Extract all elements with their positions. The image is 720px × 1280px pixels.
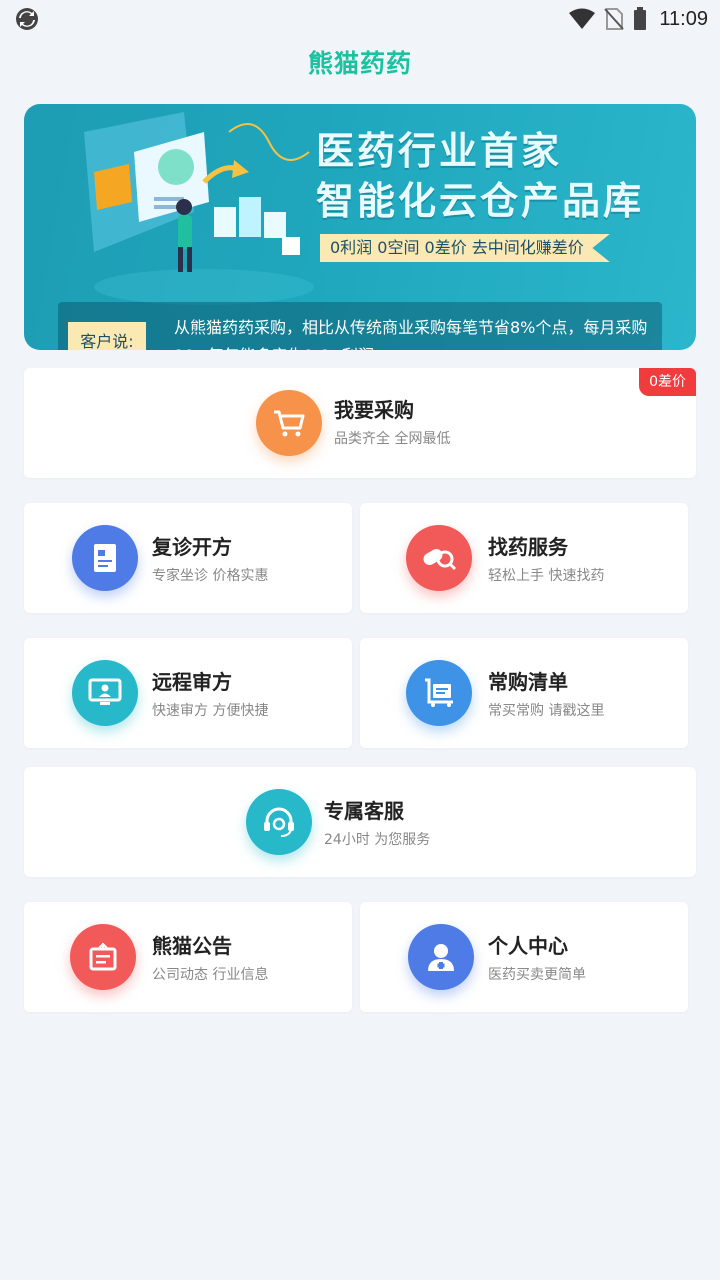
notice-title: 熊猫公告: [152, 934, 232, 958]
status-bar: 11:09: [0, 0, 720, 40]
customer-service-card[interactable]: 专属客服 24小时 为您服务: [24, 767, 696, 877]
find-drug-subtitle: 轻松上手 快速找药: [488, 568, 605, 584]
promo-banner[interactable]: 医药行业首家 智能化云仓产品库 0利润 0空间 0差价 去中间化赚差价 客户说:…: [24, 104, 696, 350]
notice-board-icon: [70, 924, 136, 990]
remote-review-card[interactable]: 远程审方 快速审方 方便快捷: [24, 638, 352, 748]
notice-subtitle: 公司动态 行业信息: [152, 967, 269, 983]
battery-icon: [634, 7, 647, 30]
remote-review-title: 远程审方: [152, 670, 232, 694]
data-screen-illustration-icon: [84, 112, 314, 305]
banner-headline-line1: 医药行业首家: [316, 129, 563, 173]
purchase-card[interactable]: 我要采购 品类齐全 全网最低 0差价: [24, 368, 696, 478]
prescription-icon: [72, 525, 138, 591]
banner-ribbon: 0利润 0空间 0差价 去中间化赚差价: [320, 234, 610, 262]
revisit-title: 复诊开方: [152, 535, 232, 559]
cart-list-icon: [406, 660, 472, 726]
find-drug-card[interactable]: 找药服务 轻松上手 快速找药: [360, 503, 688, 613]
frequent-list-subtitle: 常买常购 请戳这里: [488, 703, 605, 719]
user-doctor-icon: [408, 924, 474, 990]
app-title: 熊猫药药: [307, 49, 412, 78]
notice-card[interactable]: 熊猫公告 公司动态 行业信息: [24, 902, 352, 1012]
banner-headline: 医药行业首家 智能化云仓产品库: [316, 126, 686, 226]
monitor-doctor-icon: [72, 660, 138, 726]
headset-icon: [246, 789, 312, 855]
revisit-card[interactable]: 复诊开方 专家坐诊 价格实惠: [24, 503, 352, 613]
remote-review-subtitle: 快速审方 方便快捷: [152, 703, 269, 719]
banner-quote-text: 从熊猫药药采购，相比从传统商业采购每笔节省8%个点，每月采购10w每年能多产生9…: [174, 318, 648, 350]
find-drug-title: 找药服务: [488, 535, 568, 559]
banner-quote-label: 客户说:: [68, 322, 146, 350]
app-sync-icon: [16, 8, 38, 30]
banner-headline-line2: 智能化云仓产品库: [316, 179, 645, 223]
frequent-list-title: 常购清单: [488, 670, 568, 694]
cart-icon: [256, 390, 322, 456]
customer-service-subtitle: 24小时 为您服务: [324, 832, 431, 848]
pill-search-icon: [406, 525, 472, 591]
zero-margin-badge: 0差价: [639, 368, 696, 396]
profile-title: 个人中心: [488, 934, 568, 958]
profile-subtitle: 医药买卖更简单: [488, 967, 586, 983]
status-time: 11:09: [659, 7, 708, 30]
customer-service-title: 专属客服: [324, 799, 404, 823]
frequent-list-card[interactable]: 常购清单 常买常购 请戳这里: [360, 638, 688, 748]
profile-card[interactable]: 个人中心 医药买卖更简单: [360, 902, 688, 1012]
no-sim-icon: [604, 8, 625, 30]
wifi-icon: [569, 8, 596, 29]
banner-quote: 客户说: 从熊猫药药采购，相比从传统商业采购每笔节省8%个点，每月采购10w每年…: [58, 302, 662, 350]
purchase-subtitle: 品类齐全 全网最低: [334, 431, 451, 447]
revisit-subtitle: 专家坐诊 价格实惠: [152, 568, 269, 584]
purchase-title: 我要采购: [334, 398, 414, 422]
